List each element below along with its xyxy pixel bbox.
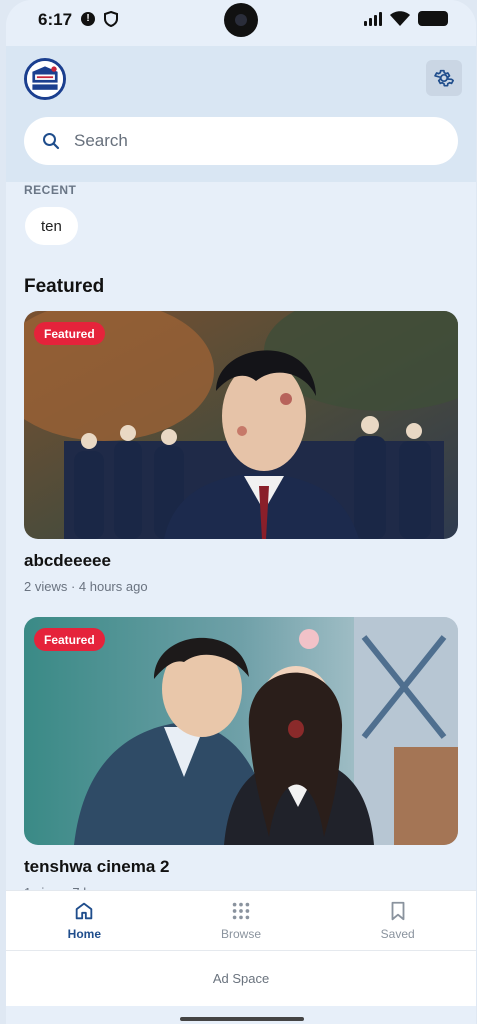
- recent-label: RECENT: [24, 183, 77, 197]
- battery-icon: [418, 11, 448, 26]
- recent-chip[interactable]: ten: [25, 207, 78, 245]
- front-camera: [224, 3, 258, 37]
- search-input[interactable]: [74, 131, 414, 151]
- featured-badge: Featured: [34, 322, 105, 345]
- alert-icon: !: [81, 12, 95, 26]
- nav-home-label: Home: [67, 927, 101, 941]
- grid-icon: [232, 902, 250, 920]
- video-title[interactable]: tenshwa cinema 2: [24, 857, 458, 877]
- bottom-nav: Home Browse Saved: [6, 890, 476, 950]
- nav-browse-label: Browse: [221, 927, 262, 941]
- home-indicator[interactable]: [180, 1017, 304, 1021]
- section-title-featured: Featured: [24, 276, 105, 297]
- featured-badge: Featured: [34, 628, 105, 651]
- nav-browse[interactable]: Browse: [163, 891, 320, 950]
- nav-saved-label: Saved: [380, 927, 415, 941]
- shield-icon: [104, 11, 118, 27]
- bookmark-icon: [391, 901, 405, 921]
- device-frame: 6:17 ! Search RECENT ten Featured Featur…: [0, 0, 477, 1024]
- video-meta: 2 views · 4 hours ago: [24, 579, 148, 594]
- settings-button[interactable]: [426, 60, 462, 96]
- wifi-icon: [390, 11, 410, 26]
- video-thumbnail[interactable]: Featured: [24, 311, 458, 539]
- video-title[interactable]: abcdeeeee: [24, 551, 458, 571]
- home-icon: [76, 902, 93, 920]
- status-bar: 6:17 !: [6, 0, 476, 46]
- nav-home[interactable]: Home: [6, 891, 163, 950]
- status-indicators: [364, 11, 448, 26]
- video-card[interactable]: Featured tenshwa cinema 2 1 view · 7 hou…: [24, 617, 458, 900]
- search-icon: [43, 133, 60, 150]
- app-header: [6, 46, 476, 182]
- ad-banner[interactable]: Ad Space: [6, 950, 476, 1006]
- gear-icon: [434, 69, 454, 87]
- app-screen: 6:17 ! Search RECENT ten Featured Featur…: [6, 0, 476, 1024]
- nav-saved[interactable]: Saved: [319, 891, 476, 950]
- ad-label: Ad Space: [212, 971, 270, 986]
- school-crest-logo[interactable]: [24, 58, 66, 100]
- status-time: 6:17: [38, 10, 73, 29]
- search-bar[interactable]: [24, 117, 458, 165]
- video-card[interactable]: Featured abcdeeeee 2 views · 4 hours ago: [24, 311, 458, 594]
- signal-icon: [364, 11, 382, 26]
- video-thumbnail[interactable]: Featured: [24, 617, 458, 845]
